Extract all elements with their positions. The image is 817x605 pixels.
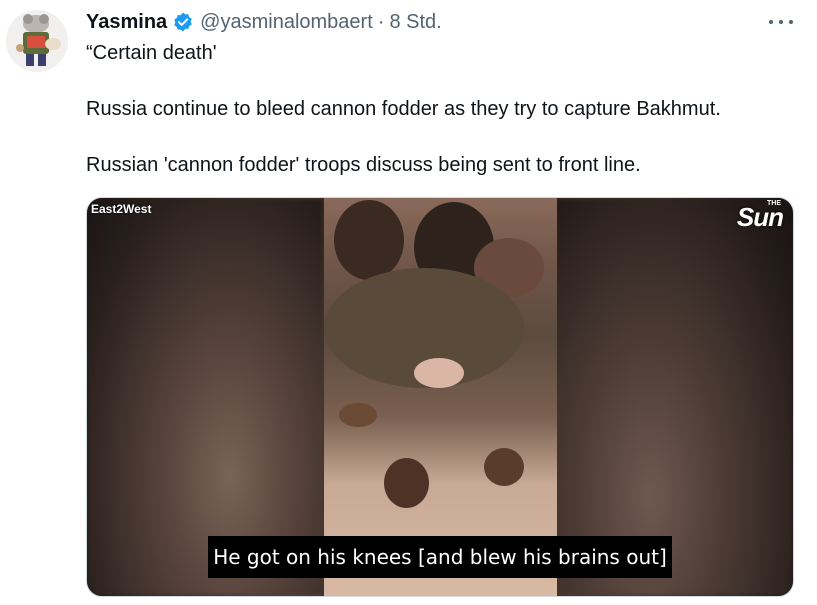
post-text-line: Russian 'cannon fodder' troops discuss b… — [86, 154, 641, 176]
avatar-image — [6, 10, 68, 72]
post-timestamp[interactable]: 8 Std. — [389, 11, 441, 34]
watermark-the-sun-logo: Sun — [736, 202, 784, 232]
post-text-line: Russia continue to bleed cannon fodder a… — [86, 98, 721, 120]
avatar[interactable] — [6, 10, 68, 72]
more-options-icon[interactable] — [769, 12, 793, 32]
separator-dot: · — [377, 10, 385, 33]
video-subtitle: He got on his knees [and blew his brains… — [208, 536, 672, 578]
author-handle[interactable]: @yasminalombaert — [200, 11, 373, 34]
subtitle-text: He got on his knees [and blew his brains… — [213, 545, 667, 569]
watermark-east2west: East2West — [91, 202, 152, 216]
post-header: Yasmina @yasminalombaert · 8 Std. — [86, 10, 442, 34]
post-text-line: “Certain death' — [86, 42, 217, 64]
author-name[interactable]: Yasmina — [86, 11, 167, 34]
video-player[interactable]: East2West THE Sun He got on his knees [a… — [86, 197, 794, 597]
verified-badge-icon[interactable] — [172, 11, 194, 33]
